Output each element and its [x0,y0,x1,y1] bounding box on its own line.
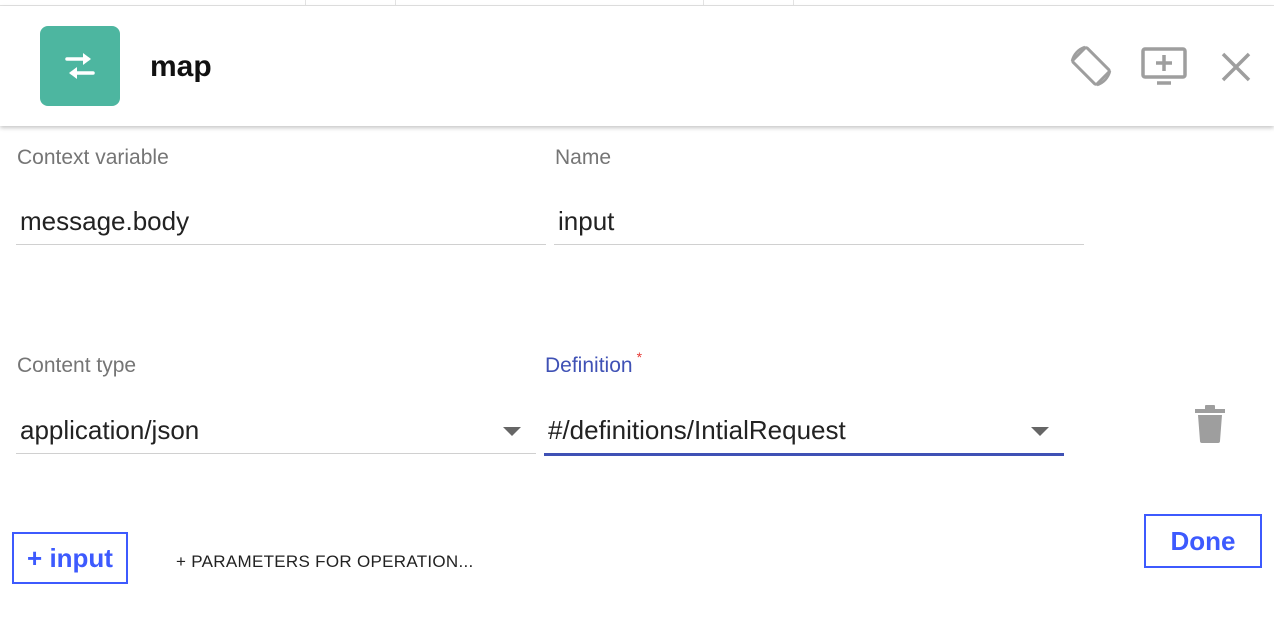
context-variable-label: Context variable [17,146,169,169]
add-parameters-link[interactable]: + PARAMETERS FOR OPERATION... [176,552,474,572]
tab-divider [395,0,396,5]
tab-divider [703,0,704,5]
name-label: Name [555,146,612,169]
name-input[interactable]: input [554,198,1084,245]
context-variable-value: message.body [20,206,190,236]
add-input-button[interactable]: + input [12,532,128,584]
tab-divider [305,0,306,5]
tab-divider [793,0,794,5]
context-variable-input[interactable]: message.body [16,198,546,245]
definition-value: #/definitions/IntialRequest [548,415,846,445]
required-asterisk: * [636,349,643,365]
rotate-screen-icon[interactable] [1066,41,1116,96]
close-icon[interactable] [1219,50,1253,89]
definition-label: Definition * [545,349,642,378]
content-type-label: Content type [17,354,137,377]
page-title: map [150,50,212,83]
chevron-down-icon[interactable] [1031,427,1049,436]
dialog-header: map [0,6,1274,126]
content-type-value: application/json [20,415,200,445]
definition-select[interactable]: #/definitions/IntialRequest [544,407,1064,456]
add-to-screen-icon[interactable] [1140,46,1188,93]
definition-label-text: Definition [545,354,633,377]
content-type-select[interactable]: application/json [16,407,536,454]
chevron-down-icon[interactable] [503,427,521,436]
swap-arrows-icon [40,26,120,106]
trash-icon[interactable] [1193,404,1227,449]
done-button[interactable]: Done [1144,514,1262,568]
name-value: input [558,206,615,236]
